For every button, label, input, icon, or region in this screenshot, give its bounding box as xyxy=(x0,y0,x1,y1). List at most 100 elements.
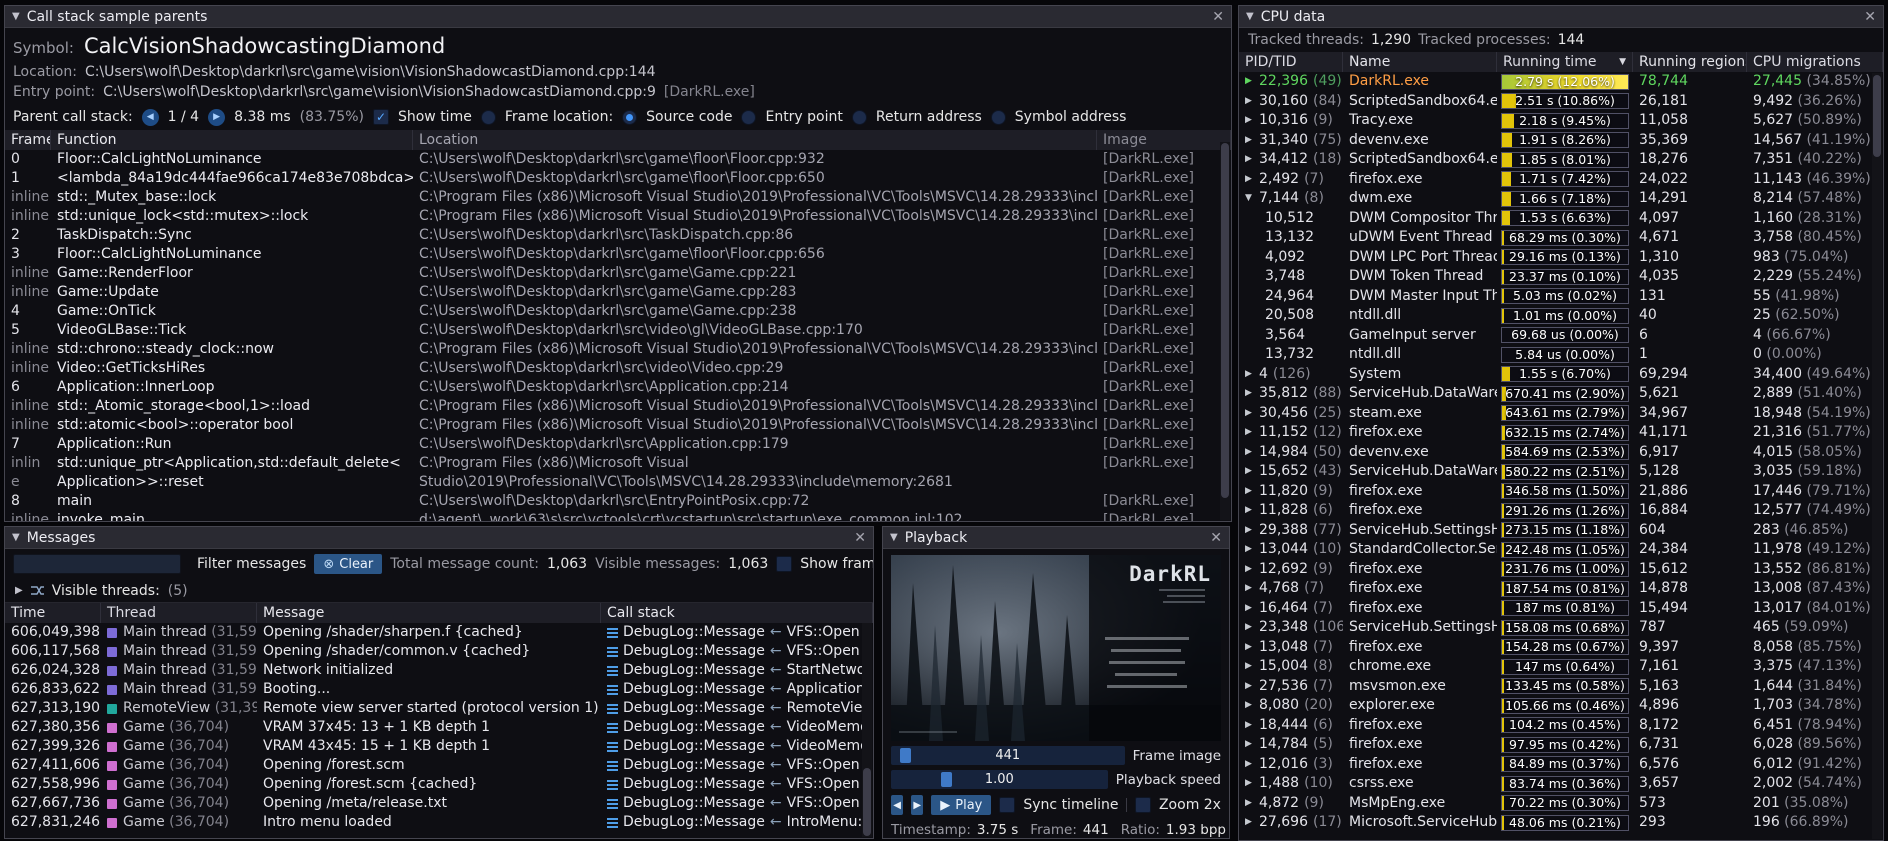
callstack-row[interactable]: 1<lambda_84a19dc444fae966ca174e83e708bdc… xyxy=(5,169,1231,188)
close-icon[interactable]: ✕ xyxy=(854,530,866,546)
expand-arrow-icon[interactable]: ▶ xyxy=(1245,384,1259,404)
cpu-row[interactable]: ▶31,340(75)devenv.exe1.91 s (8.26%)35,36… xyxy=(1239,131,1883,151)
next-frame-button[interactable]: ▶ xyxy=(911,795,923,815)
cpu-row[interactable]: ▶12,016(3)firefox.exe84.89 ms (0.37%)6,5… xyxy=(1239,755,1883,775)
expand-arrow-icon[interactable]: ▶ xyxy=(1245,599,1259,619)
cpu-row[interactable]: 10,512DWM Compositor Thread1.53 s (6.63%… xyxy=(1239,209,1883,229)
callstack-row[interactable]: inlineGame::RenderFloorC:\Users\wolf\Des… xyxy=(5,264,1231,283)
cpu-row[interactable]: ▶23,348(106)ServiceHub.SettingsHost158.0… xyxy=(1239,618,1883,638)
message-row[interactable]: 627,313,190nsRemoteView (31,392)Remote v… xyxy=(5,699,873,718)
callstack-row[interactable]: 8mainC:\Users\wolf\Desktop\darkrl\src\En… xyxy=(5,492,1231,511)
message-row[interactable]: 627,667,736nsGame (36,704)Opening /meta/… xyxy=(5,794,873,813)
cpu-row[interactable]: ▶29,388(77)ServiceHub.SettingsHost273.15… xyxy=(1239,521,1883,541)
cpu-row[interactable]: ▶4,768(7)firefox.exe187.54 ms (0.81%)14,… xyxy=(1239,579,1883,599)
cpu-row[interactable]: ▶4,872(9)MsMpEng.exe70.22 ms (0.30%)5732… xyxy=(1239,794,1883,814)
cpu-row[interactable]: ▶18,444(6)firefox.exe104.2 ms (0.45%)8,1… xyxy=(1239,716,1883,736)
expand-arrow-icon[interactable]: ▶ xyxy=(1245,696,1259,716)
show-frame-checkbox[interactable] xyxy=(776,556,792,572)
callstack-row[interactable]: 4Game::OnTickC:\Users\wolf\Desktop\darkr… xyxy=(5,302,1231,321)
message-row[interactable]: 627,411,606nsGame (36,704)Opening /fores… xyxy=(5,756,873,775)
cpu-row[interactable]: 20,508ntdll.dll1.01 ms (0.00%)4025 (62.5… xyxy=(1239,306,1883,326)
close-icon[interactable]: ✕ xyxy=(1210,530,1222,546)
play-button[interactable]: ▶ Play xyxy=(931,795,991,815)
expand-arrow-icon[interactable]: ▶ xyxy=(1245,813,1259,833)
messages-scrollbar[interactable] xyxy=(862,623,872,837)
cpu-row[interactable]: ▶15,004(8)chrome.exe147 ms (0.64%)7,1613… xyxy=(1239,657,1883,677)
callstack-row[interactable]: 6Application::InnerLoopC:\Users\wolf\Des… xyxy=(5,378,1231,397)
radio-symbol-address[interactable] xyxy=(991,110,1006,125)
callstack-row[interactable]: inlinestd::unique_lock<std::mutex>::lock… xyxy=(5,207,1231,226)
expand-arrow-icon[interactable]: ▶ xyxy=(1245,579,1259,599)
callstack-icon[interactable] xyxy=(607,741,618,752)
cpu-row[interactable]: ▶30,160(84)ScriptedSandbox64.exe2.51 s (… xyxy=(1239,92,1883,112)
radio-return-address[interactable] xyxy=(852,110,867,125)
cpu-row[interactable]: 13,132uDWM Event Thread68.29 ms (0.30%)4… xyxy=(1239,228,1883,248)
expand-arrow-icon[interactable]: ▶ xyxy=(1245,72,1259,92)
callstack-row[interactable]: inlinestd::_Atomic_storage<bool,1>::load… xyxy=(5,397,1231,416)
cpu-row[interactable]: ▶11,820(9)firefox.exe346.58 ms (1.50%)21… xyxy=(1239,482,1883,502)
cpu-row[interactable]: ▶13,048(7)firefox.exe154.28 ms (0.67%)9,… xyxy=(1239,638,1883,658)
cpu-row[interactable]: ▶15,652(43)ServiceHub.DataWareho580.22 m… xyxy=(1239,462,1883,482)
callstack-icon[interactable] xyxy=(607,817,618,828)
frame-image-slider[interactable]: 441 xyxy=(891,746,1125,765)
cpu-row[interactable]: ▶30,456(25)steam.exe643.61 ms (2.79%)34,… xyxy=(1239,404,1883,424)
callstack-row[interactable]: inlinestd::unique_ptr<Application,std::d… xyxy=(5,454,1231,492)
cpu-row[interactable]: ▶2,492(7)firefox.exe1.71 s (7.42%)24,022… xyxy=(1239,170,1883,190)
sync-timeline-checkbox[interactable] xyxy=(999,797,1015,813)
cpu-row[interactable]: ▶34,412(18)ScriptedSandbox64.exe1.85 s (… xyxy=(1239,150,1883,170)
show-time-checkbox[interactable]: ✓ xyxy=(373,109,389,125)
message-row[interactable]: 606,117,568nsMain thread (31,596)Opening… xyxy=(5,642,873,661)
cpu-row[interactable]: ▶22,396(49)DarkRL.exe2.79 s (12.06%)78,7… xyxy=(1239,72,1883,92)
callstack-row[interactable]: inlineinvoke_maind:\agent\_work\63\s\src… xyxy=(5,511,1231,521)
callstack-icon[interactable] xyxy=(607,722,618,733)
expand-arrow-icon[interactable]: ▶ xyxy=(1245,540,1259,560)
cpu-row[interactable]: 3,748DWM Token Thread23.37 ms (0.10%)4,0… xyxy=(1239,267,1883,287)
cpu-row[interactable]: ▶10,316(9)Tracy.exe2.18 s (9.45%)11,0585… xyxy=(1239,111,1883,131)
cpu-row[interactable]: ▶13,044(10)StandardCollector.Servic242.4… xyxy=(1239,540,1883,560)
cpu-row[interactable]: 4,092DWM LPC Port Thread29.16 ms (0.13%)… xyxy=(1239,248,1883,268)
expand-arrow-icon[interactable]: ▶ xyxy=(1245,638,1259,658)
callstack-row[interactable]: 0Floor::CalcLightNoLuminanceC:\Users\wol… xyxy=(5,150,1231,169)
callstack-row[interactable]: 2TaskDispatch::SyncC:\Users\wolf\Desktop… xyxy=(5,226,1231,245)
message-row[interactable]: 626,833,622nsMain thread (31,596)Booting… xyxy=(5,680,873,699)
callstack-row[interactable]: 5VideoGLBase::TickC:\Users\wolf\Desktop\… xyxy=(5,321,1231,340)
scrollbar-thumb[interactable] xyxy=(1873,75,1881,157)
scrollbar-thumb[interactable] xyxy=(863,768,871,836)
cpu-row[interactable]: ▶35,812(88)ServiceHub.DataWareho670.41 m… xyxy=(1239,384,1883,404)
cpu-row[interactable]: ▶11,152(12)firefox.exe632.15 ms (2.74%)4… xyxy=(1239,423,1883,443)
filter-input[interactable] xyxy=(13,554,181,574)
callstack-row[interactable]: 7Application::RunC:\Users\wolf\Desktop\d… xyxy=(5,435,1231,454)
expand-arrow-icon[interactable]: ▼ xyxy=(1245,189,1259,209)
callstack-icon[interactable] xyxy=(607,760,618,771)
callstack-icon[interactable] xyxy=(607,798,618,809)
close-icon[interactable]: ✕ xyxy=(1212,9,1224,25)
playback-speed-slider[interactable]: 1.00 xyxy=(891,770,1108,789)
expand-arrow-icon[interactable]: ▶ xyxy=(1245,657,1259,677)
expand-arrow-icon[interactable]: ▶ xyxy=(1245,774,1259,794)
message-row[interactable]: 627,380,356nsGame (36,704)VRAM 37x45: 13… xyxy=(5,718,873,737)
cpu-row[interactable]: ▶1,488(10)csrss.exe83.74 ms (0.36%)3,657… xyxy=(1239,774,1883,794)
column-name[interactable]: Name xyxy=(1343,52,1497,72)
cpu-row[interactable]: 3,564GameInput server69.68 us (0.00%)64 … xyxy=(1239,326,1883,346)
callstack-icon[interactable] xyxy=(607,665,618,676)
message-row[interactable]: 627,558,996nsGame (36,704)Opening /fores… xyxy=(5,775,873,794)
message-row[interactable]: 626,024,328nsMain thread (31,596)Network… xyxy=(5,661,873,680)
expand-arrow-icon[interactable]: ▶ xyxy=(1245,521,1259,541)
expand-arrow-icon[interactable]: ▶ xyxy=(1245,150,1259,170)
expand-arrow-icon[interactable]: ▶ xyxy=(1245,677,1259,697)
clear-button[interactable]: ⊗ Clear xyxy=(314,554,382,574)
column-running-regions[interactable]: Running regions xyxy=(1633,52,1747,72)
expand-arrow-icon[interactable]: ▶ xyxy=(1245,92,1259,112)
cpu-scrollbar[interactable] xyxy=(1872,73,1882,839)
callstack-row[interactable]: 3Floor::CalcLightNoLuminanceC:\Users\wol… xyxy=(5,245,1231,264)
collapse-arrow-icon[interactable]: ▼ xyxy=(12,532,20,543)
callstack-row[interactable]: inlinestd::chrono::steady_clock::nowC:\P… xyxy=(5,340,1231,359)
cpu-row[interactable]: ▶11,828(6)firefox.exe291.26 ms (1.26%)16… xyxy=(1239,501,1883,521)
callstack-icon[interactable] xyxy=(607,779,618,790)
expand-arrow-icon[interactable]: ▶ xyxy=(1245,365,1259,385)
expand-arrow-icon[interactable]: ▶ xyxy=(15,585,23,596)
prev-parent-button[interactable]: ◀ xyxy=(142,109,159,126)
callstack-icon[interactable] xyxy=(607,703,618,714)
callstack-row[interactable]: inlinestd::atomic<bool>::operator boolC:… xyxy=(5,416,1231,435)
cpu-row[interactable]: ▶16,464(7)firefox.exe187 ms (0.81%)15,49… xyxy=(1239,599,1883,619)
